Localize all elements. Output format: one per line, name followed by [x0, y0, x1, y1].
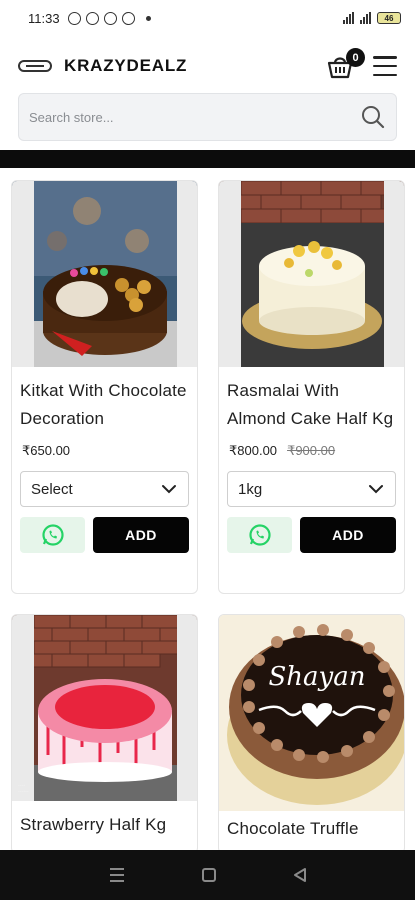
camera-watermark: ▪▪▪▪ ▪▪▪▪▪▪ [18, 783, 29, 795]
menu-button[interactable] [373, 56, 397, 76]
product-title[interactable]: Rasmalai With Almond Cake Half Kg [219, 377, 404, 433]
card-actions: ADD [227, 517, 396, 553]
add-to-cart-button[interactable]: ADD [300, 517, 396, 553]
recent-apps-icon[interactable] [107, 866, 127, 884]
search-bar [18, 93, 397, 141]
svg-text:Shayan: Shayan [269, 662, 366, 692]
store-header: KRAZYDEALZ 0 [0, 38, 415, 94]
whatsapp-order-button[interactable] [20, 517, 85, 553]
add-to-cart-button[interactable]: ADD [93, 517, 189, 553]
more-notifications-icon [145, 15, 151, 21]
status-bar: 11:33 46 [0, 0, 415, 36]
product-card: ▪▪▪▪ ▪▪▪▪▪▪ Strawberry Half Kg [11, 614, 198, 854]
whatsapp-icon [248, 524, 271, 546]
product-price: ₹650.00 [12, 443, 197, 459]
variant-value: 1kg [238, 480, 263, 498]
sale-price: ₹800.00 [229, 443, 278, 458]
system-icons: 46 [343, 12, 401, 24]
chevron-down-icon [369, 485, 383, 494]
product-title[interactable]: Chocolate Truffle [219, 815, 404, 843]
product-price: ₹800.00 ₹900.00 [219, 443, 404, 459]
banner-strip [0, 150, 415, 168]
product-title[interactable]: Strawberry Half Kg [12, 811, 197, 839]
brand-logo-icon[interactable] [18, 60, 52, 72]
product-title[interactable]: Kitkat With Chocolate Decoration [12, 377, 197, 433]
product-card: Kitkat With Chocolate Decoration ₹650.00… [11, 180, 198, 594]
menu-icon [373, 56, 397, 59]
signal-icon [343, 12, 354, 24]
product-image-strawberry-cake[interactable]: ▪▪▪▪ ▪▪▪▪▪▪ [12, 615, 197, 801]
chevron-down-icon [162, 485, 176, 494]
notification-icons [67, 11, 151, 25]
brand-name[interactable]: KRAZYDEALZ [64, 56, 187, 76]
variant-select[interactable]: Select [20, 471, 189, 507]
variant-value: Select [31, 480, 73, 498]
whatsapp-notification-icon [85, 11, 99, 25]
search-input[interactable] [29, 109, 360, 125]
whatsapp-icon [41, 524, 64, 546]
system-navigation-bar [0, 850, 415, 900]
home-icon[interactable] [200, 866, 218, 884]
search-button[interactable] [360, 104, 386, 130]
product-image-chocolate-truffle-cake[interactable]: Shayan [219, 615, 404, 811]
card-actions: ADD [20, 517, 189, 553]
battery-icon: 46 [377, 12, 401, 24]
back-icon[interactable] [291, 866, 309, 884]
product-image-rasmalai-cake[interactable] [219, 181, 404, 367]
status-time: 11:33 [28, 10, 60, 26]
product-image-kitkat-cake[interactable] [12, 181, 197, 367]
product-card: Rasmalai With Almond Cake Half Kg ₹800.0… [218, 180, 405, 594]
whatsapp-order-button[interactable] [227, 517, 292, 553]
cart-count-badge: 0 [346, 48, 365, 67]
message-notification-icon [103, 11, 117, 25]
original-price: ₹900.00 [287, 443, 336, 458]
notification-icon [67, 11, 81, 25]
cart-button[interactable]: 0 [325, 48, 365, 81]
product-card: Shayan Chocolate Truffle [218, 614, 405, 854]
search-icon [362, 106, 385, 129]
variant-select[interactable]: 1kg [227, 471, 396, 507]
sale-price: ₹650.00 [22, 443, 71, 458]
signal-icon-2 [360, 12, 371, 24]
app-notification-icon [121, 11, 135, 25]
